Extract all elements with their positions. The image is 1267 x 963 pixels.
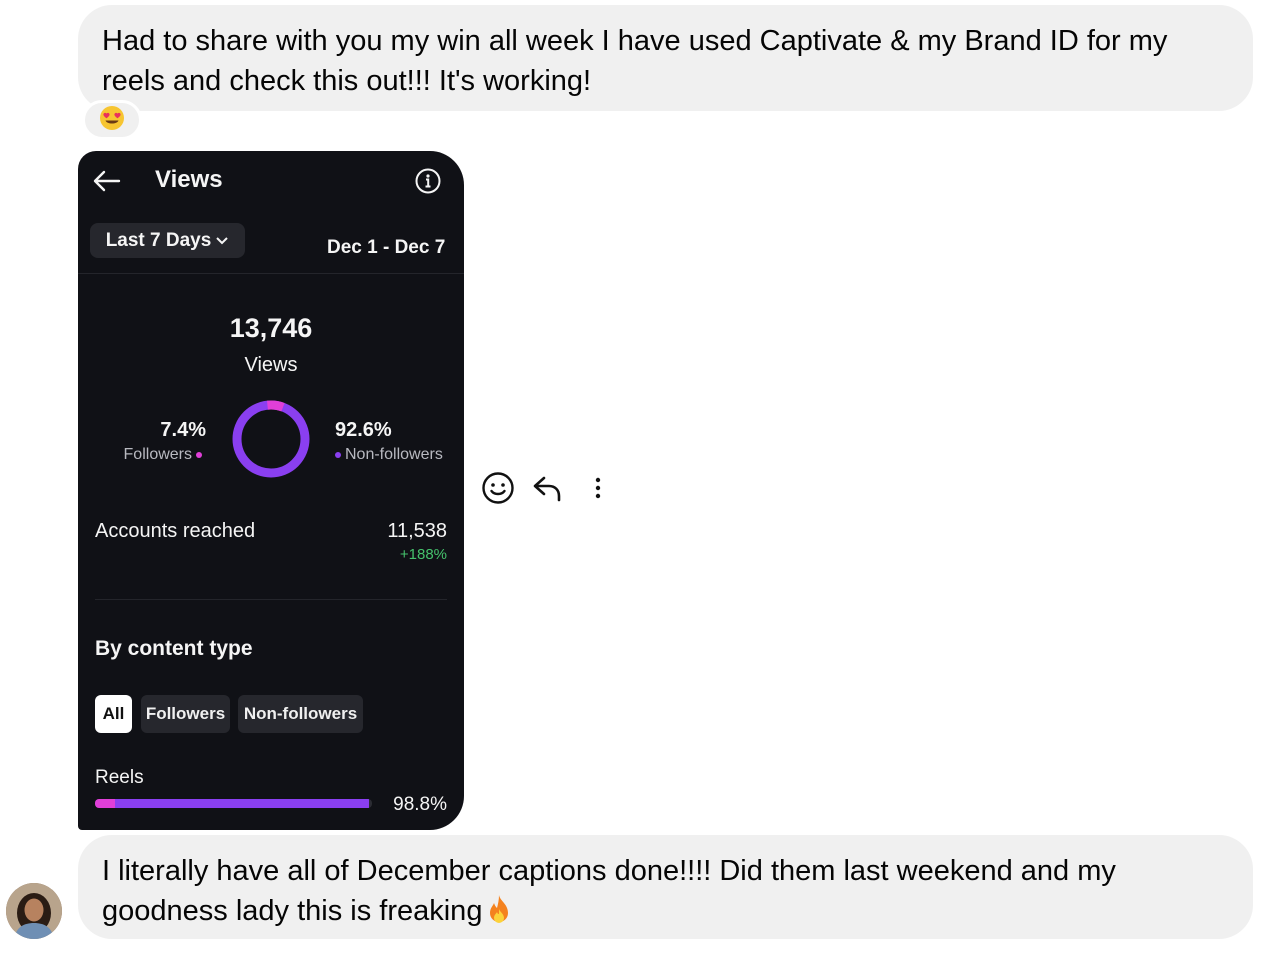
message-actions [480,470,616,506]
chevron-down-icon [215,230,229,252]
message-text: I literally have all of December caption… [102,855,1116,927]
followers-legend-label: Followers [123,446,192,463]
total-views-label: Views [244,354,298,376]
nonfollowers-percent: 92.6% [335,419,392,441]
filter-all: All [95,695,132,733]
avatar[interactable] [6,883,62,939]
reels-percent: 98.8% [393,794,447,815]
reels-nonfollowers-fill [115,799,369,808]
more-icon[interactable] [580,470,616,506]
message-text: Had to share with you my win all week I … [102,25,1168,97]
reels-followers-fill [95,799,116,808]
accounts-reached-change: +188% [399,546,447,563]
message-bubble-bottom[interactable]: I literally have all of December caption… [78,835,1253,939]
followers-percent: 7.4% [160,419,206,441]
divider [78,273,464,274]
fire-emoji-icon [484,894,514,937]
info-icon [414,167,442,200]
divider [95,599,447,600]
nonfollowers-legend: Non-followers [335,446,443,464]
message-reaction[interactable] [82,100,142,140]
filter-followers: Followers [141,695,230,733]
followers-legend: Followers [92,446,206,464]
accounts-reached-label: Accounts reached [95,520,256,542]
followers-dot-icon [196,451,202,458]
reels-label: Reels [95,767,144,788]
donut-nonfollowers-segment [232,400,310,478]
date-range-dropdown-label: Last 7 Days [105,229,212,251]
accounts-reached-value: 11,538 [387,520,447,542]
total-views-value: 13,746 [229,313,313,343]
date-range-text: Dec 1 - Dec 7 [327,237,446,258]
smiley-icon[interactable] [480,470,516,506]
reels-progress-bar [95,799,372,808]
filter-non-followers: Non-followers [238,695,363,733]
page-title: Views [155,166,223,193]
nonfollowers-dot-icon [335,451,341,458]
by-content-type-title: By content type [95,637,253,660]
date-range-dropdown: Last 7 Days [90,223,245,258]
followers-donut-chart [232,400,310,478]
heart-eyes-emoji-icon [99,105,125,136]
back-arrow-icon [92,168,122,199]
message-bubble-top[interactable]: Had to share with you my win all week I … [78,5,1253,111]
insights-screenshot[interactable]: Views Last 7 Days Dec 1 - Dec 7 13,746 V… [78,151,464,830]
reply-icon[interactable] [530,470,566,506]
nonfollowers-legend-label: Non-followers [345,446,443,463]
